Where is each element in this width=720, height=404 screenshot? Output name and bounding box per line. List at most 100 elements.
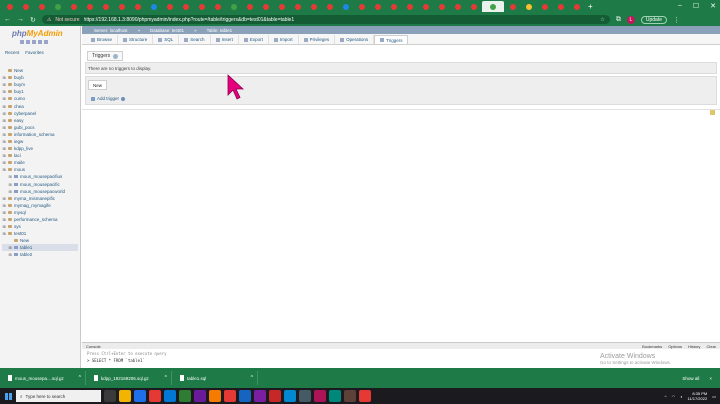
taskbar-app-icon[interactable] <box>314 390 326 402</box>
taskbar-app-icon[interactable] <box>104 390 116 402</box>
reload-icon[interactable]: ↻ <box>30 16 36 24</box>
tab-import[interactable]: Import <box>269 35 299 44</box>
tree-table-item[interactable]: ⊞ table2 <box>2 251 78 258</box>
browser-tab[interactable] <box>178 1 193 12</box>
expand-icon[interactable]: ⊞ <box>2 139 6 144</box>
taskbar-app-icon[interactable] <box>284 390 296 402</box>
tree-label[interactable]: mous_mousepacifius <box>20 174 62 179</box>
browser-tab[interactable] <box>130 1 145 12</box>
breadcrumb-server[interactable]: Server: localhost <box>94 28 128 33</box>
forward-icon[interactable]: → <box>17 16 24 23</box>
tree-label[interactable]: table1 <box>20 245 32 250</box>
browser-tab[interactable] <box>322 1 337 12</box>
tree-label[interactable]: myma_mismanepific <box>14 196 55 201</box>
tab-sql[interactable]: SQL <box>153 35 180 44</box>
tree-database-item[interactable]: ⊞ myma_mismanepific <box>2 195 78 202</box>
update-button[interactable]: Update <box>640 15 667 24</box>
tree-database-item[interactable]: ⊞ mous <box>2 166 78 173</box>
tree-database-item[interactable]: ⊞ cumo <box>2 95 78 102</box>
taskbar-app-icon[interactable] <box>329 390 341 402</box>
tree-new-item[interactable]: New <box>2 237 78 244</box>
browser-tab[interactable] <box>34 1 49 12</box>
expand-icon[interactable]: ⊞ <box>2 224 6 229</box>
show-all-downloads[interactable]: Show all <box>682 376 699 381</box>
browser-tab[interactable] <box>242 1 257 12</box>
taskbar-app-icon[interactable] <box>359 390 371 402</box>
tree-database-item[interactable]: ⊞ buyb <box>2 74 78 81</box>
expand-icon[interactable]: ⊞ <box>8 189 12 194</box>
browser-tab[interactable] <box>418 1 433 12</box>
browser-tab[interactable] <box>98 1 113 12</box>
recent-link[interactable]: Recent <box>5 50 19 55</box>
expand-icon[interactable]: ⊞ <box>2 146 6 151</box>
tree-database-item[interactable]: ⊞ kdpp_live <box>2 145 78 152</box>
tree-label[interactable]: sys <box>14 224 21 229</box>
tree-database-item[interactable]: ⊞ mymag_mymagife <box>2 202 78 209</box>
expand-icon[interactable]: ⊞ <box>2 196 6 201</box>
address-bar[interactable]: ⚠ Not secure https://192.168.1.3:8090/ph… <box>41 15 610 24</box>
tree-label[interactable]: mous_mousepacific <box>20 182 60 187</box>
help-icon[interactable] <box>121 96 126 101</box>
taskbar-app-icon[interactable] <box>269 390 281 402</box>
taskbar-search[interactable]: ⌕ Type here to search <box>16 390 101 402</box>
browser-tab[interactable] <box>434 1 449 12</box>
tree-label[interactable]: table2 <box>20 252 32 257</box>
taskbar-app-icon[interactable] <box>164 390 176 402</box>
notifications-icon[interactable]: ▭ <box>712 394 716 399</box>
docs-icon[interactable] <box>32 40 36 44</box>
favorites-link[interactable]: Favorites <box>25 50 44 55</box>
download-item[interactable]: mous_mousepa....sql.gz ^ <box>4 371 86 385</box>
reload-nav-icon[interactable] <box>44 40 48 44</box>
extensions-icon[interactable]: ⧉ <box>616 16 621 24</box>
expand-icon[interactable]: ⊞ <box>8 174 12 179</box>
page-settings-icon[interactable] <box>710 110 715 115</box>
add-trigger-link[interactable]: Add trigger <box>91 96 126 101</box>
tree-database-item[interactable]: ⊞ maile <box>2 159 78 166</box>
tab-search[interactable]: Search <box>179 35 211 44</box>
volume-icon[interactable]: ◖ <box>680 394 682 399</box>
taskbar-app-icon[interactable] <box>344 390 356 402</box>
expand-icon[interactable]: ⊞ <box>2 153 6 158</box>
help-icon[interactable] <box>113 53 119 59</box>
tree-database-item[interactable]: ⊞ buym <box>2 81 78 88</box>
tree-label[interactable]: mymag_mymagife <box>14 203 51 208</box>
tree-label[interactable]: iegw <box>14 139 23 144</box>
expand-icon[interactable]: ⊞ <box>8 182 12 187</box>
tab-structure[interactable]: Structure <box>118 35 154 44</box>
browser-tab[interactable] <box>505 1 520 12</box>
browser-tab[interactable] <box>306 1 321 12</box>
taskbar-app-icon[interactable] <box>239 390 251 402</box>
browser-tab[interactable] <box>146 1 161 12</box>
close-window-icon[interactable]: ✕ <box>710 2 716 10</box>
browser-tab[interactable] <box>386 1 401 12</box>
expand-icon[interactable]: ⊞ <box>2 132 6 137</box>
tree-label[interactable]: performance_schema <box>14 217 58 222</box>
browser-tab[interactable] <box>354 1 369 12</box>
browser-tab[interactable] <box>210 1 225 12</box>
tree-database-item[interactable]: ⊞ buy1 <box>2 88 78 95</box>
taskbar-app-icon[interactable] <box>119 390 131 402</box>
new-tab-icon[interactable]: + <box>588 2 593 11</box>
phpmyadmin-logo[interactable]: phpMyAdmin <box>12 29 63 38</box>
taskbar-app-icon[interactable] <box>194 390 206 402</box>
chevron-up-icon[interactable]: ^ <box>79 375 81 381</box>
expand-icon[interactable]: ⊞ <box>2 125 6 130</box>
download-item[interactable]: kdpp_192169206.sql.gz ^ <box>90 371 172 385</box>
console-history[interactable]: History <box>688 344 700 349</box>
expand-icon[interactable]: ⊞ <box>2 210 6 215</box>
tree-database-item[interactable]: ⊞ mysql <box>2 209 78 216</box>
tree-label[interactable]: laci <box>14 153 21 158</box>
expand-icon[interactable]: ⊞ <box>2 203 6 208</box>
browser-tab[interactable] <box>18 1 33 12</box>
download-item[interactable]: table1.sql ^ <box>176 371 258 385</box>
expand-icon[interactable]: ⊞ <box>2 89 6 94</box>
tree-label[interactable]: mous_mousepacworld <box>20 189 65 194</box>
tree-label[interactable]: cumo <box>14 96 25 101</box>
tree-table-item[interactable]: ⊞ mous_mousepacifius <box>2 173 78 180</box>
tree-database-item[interactable]: ⊞ cyberpanel <box>2 110 78 117</box>
tree-database-item[interactable]: ⊞ information_schema <box>2 131 78 138</box>
home-icon[interactable] <box>20 40 24 44</box>
tree-label[interactable]: mous <box>14 167 25 172</box>
tree-label[interactable]: kdpp_live <box>14 146 33 151</box>
tree-table-item[interactable]: ⊞ mous_mousepacific <box>2 181 78 188</box>
